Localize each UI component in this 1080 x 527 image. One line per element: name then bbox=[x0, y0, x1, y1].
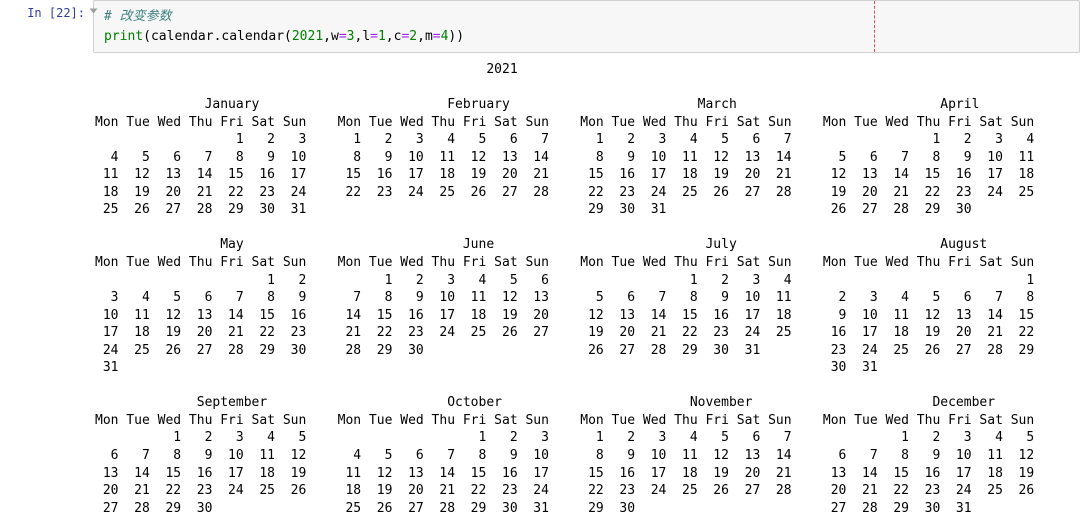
fold-arrow-icon[interactable] bbox=[90, 9, 98, 14]
ruler-line bbox=[874, 1, 875, 52]
tok-open: ( bbox=[143, 29, 151, 44]
cell-output: 2021 January February March April Mon Tu… bbox=[85, 53, 1080, 527]
code-input-area[interactable]: # 改变参数 print(calendar.calendar(2021,w=3,… bbox=[93, 0, 1080, 53]
tok-eq2: = bbox=[370, 29, 378, 44]
input-cell: In [22]: # 改变参数 print(calendar.calendar(… bbox=[0, 0, 1080, 53]
tok-eq1: = bbox=[339, 29, 347, 44]
code-comment: # 改变参数 bbox=[104, 9, 172, 24]
tok-val-c: 2 bbox=[409, 29, 417, 44]
tok-sep3: , bbox=[386, 29, 394, 44]
tok-kw-l: l bbox=[362, 29, 370, 44]
tok-kw-m: m bbox=[425, 29, 433, 44]
notebook: In [22]: # 改变参数 print(calendar.calendar(… bbox=[0, 0, 1080, 527]
code-line-3: print(calendar.calendar(2021,w=3,l=1,c=2… bbox=[104, 27, 1069, 47]
tok-print: print bbox=[104, 29, 143, 44]
tok-sep1: , bbox=[323, 29, 331, 44]
tok-funcpath: calendar.calendar( bbox=[151, 29, 292, 44]
tok-val-l: 1 bbox=[378, 29, 386, 44]
tok-eq4: = bbox=[433, 29, 441, 44]
tok-year: 2021 bbox=[292, 29, 323, 44]
code-line-1: # 改变参数 bbox=[104, 7, 1069, 27]
cell-prompt: In [22]: bbox=[0, 0, 93, 20]
tok-close: )) bbox=[448, 29, 464, 44]
tok-kw-w: w bbox=[331, 29, 339, 44]
tok-sep4: , bbox=[417, 29, 425, 44]
